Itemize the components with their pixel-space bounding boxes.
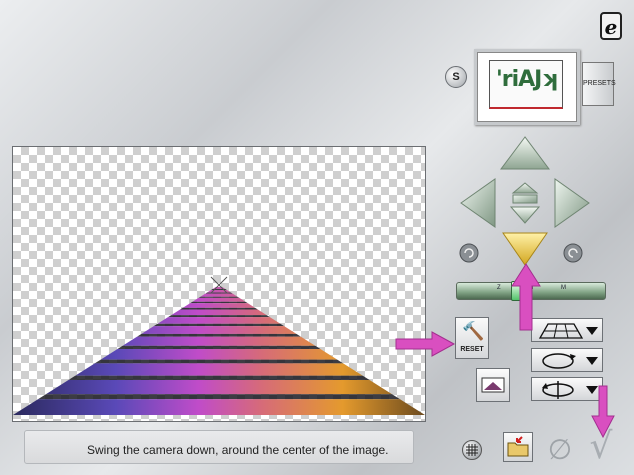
- grid-icon[interactable]: [462, 440, 482, 460]
- status-bar: Swing the camera down, around the center…: [24, 430, 414, 464]
- stripe-gap: [13, 307, 425, 310]
- hammer-icon: 🔨: [462, 321, 485, 341]
- reset-button[interactable]: 🔨 RESET: [455, 317, 489, 359]
- chevron-down-icon: [586, 327, 598, 335]
- chevron-down-icon: [586, 357, 598, 365]
- rotate-left-icon[interactable]: [459, 243, 479, 263]
- stripe-band: [13, 297, 425, 302]
- presets-button[interactable]: PRESETS: [582, 62, 616, 106]
- stripe-band: [13, 349, 425, 360]
- stripe-band: [13, 399, 425, 415]
- stripe-band: [13, 293, 425, 297]
- stripe-gap: [13, 315, 425, 318]
- folder-icon: [507, 436, 529, 457]
- stripe-band: [13, 363, 425, 376]
- s-button[interactable]: S: [445, 66, 467, 88]
- stripe-band: [13, 303, 425, 308]
- stripe-gap: [13, 333, 425, 337]
- stripe-gap: [13, 375, 425, 380]
- slider-tick-n: N: [529, 285, 534, 291]
- thumbnail-text: 'riAJʞ: [496, 67, 557, 92]
- stripe-band: [13, 290, 425, 293]
- stripe-band: [13, 379, 425, 395]
- slider-tick-z: Z: [497, 285, 501, 291]
- small-up-icon[interactable]: [511, 182, 539, 194]
- stripe-band: [13, 326, 425, 334]
- stripe-gap: [13, 289, 425, 290]
- loop-dropdown[interactable]: [531, 348, 603, 372]
- stripe-gap: [13, 292, 425, 294]
- grid-plane-icon: [538, 323, 584, 339]
- stripe-band: [13, 336, 425, 346]
- preview-toggle-button[interactable]: [476, 368, 510, 402]
- stripe-gap: [13, 416, 425, 421]
- axis-rotate-icon: [542, 381, 574, 399]
- stripe-gap: [13, 345, 425, 350]
- rotate-right-icon[interactable]: [563, 243, 583, 263]
- arrow-right-icon[interactable]: [554, 178, 590, 228]
- image-preview[interactable]: [12, 146, 426, 422]
- preset-thumbnail[interactable]: 'riAJʞ: [474, 49, 580, 125]
- cancel-icon[interactable]: ∅: [545, 436, 575, 464]
- stripe-gap: [13, 359, 425, 364]
- stripe-band: [13, 317, 425, 324]
- grid-plane-dropdown[interactable]: [531, 318, 603, 342]
- arrow-left-icon[interactable]: [460, 178, 496, 228]
- reset-label: RESET: [460, 346, 484, 353]
- arrow-down-icon[interactable]: [502, 232, 548, 266]
- stripe-gap: [13, 323, 425, 327]
- perspective-stripes-graphic: [13, 276, 425, 421]
- open-folder-button[interactable]: [503, 432, 533, 462]
- chevron-down-icon: [586, 386, 598, 394]
- camera-nav-pad: [459, 136, 590, 266]
- slider-thumb[interactable]: [511, 281, 525, 301]
- app-logo: e: [600, 12, 622, 40]
- zoom-slider[interactable]: Z N M: [456, 281, 606, 301]
- stripe-band: [13, 309, 425, 316]
- mountain-preview-icon: [481, 377, 505, 393]
- stripe-gap: [13, 301, 425, 304]
- checkmark-icon[interactable]: √: [586, 428, 616, 466]
- loop-arrow-icon: [542, 353, 576, 369]
- axis-rotate-dropdown[interactable]: [531, 377, 603, 401]
- center-bar-icon[interactable]: [512, 194, 538, 204]
- slider-tick-m: M: [561, 285, 566, 291]
- arrow-up-icon[interactable]: [500, 136, 550, 170]
- stripe-band: [13, 287, 425, 289]
- small-down-icon[interactable]: [509, 206, 541, 224]
- stripe-gap: [13, 394, 425, 400]
- stripe-gap: [13, 296, 425, 298]
- thumbnail-frame: 'riAJʞ: [489, 60, 563, 109]
